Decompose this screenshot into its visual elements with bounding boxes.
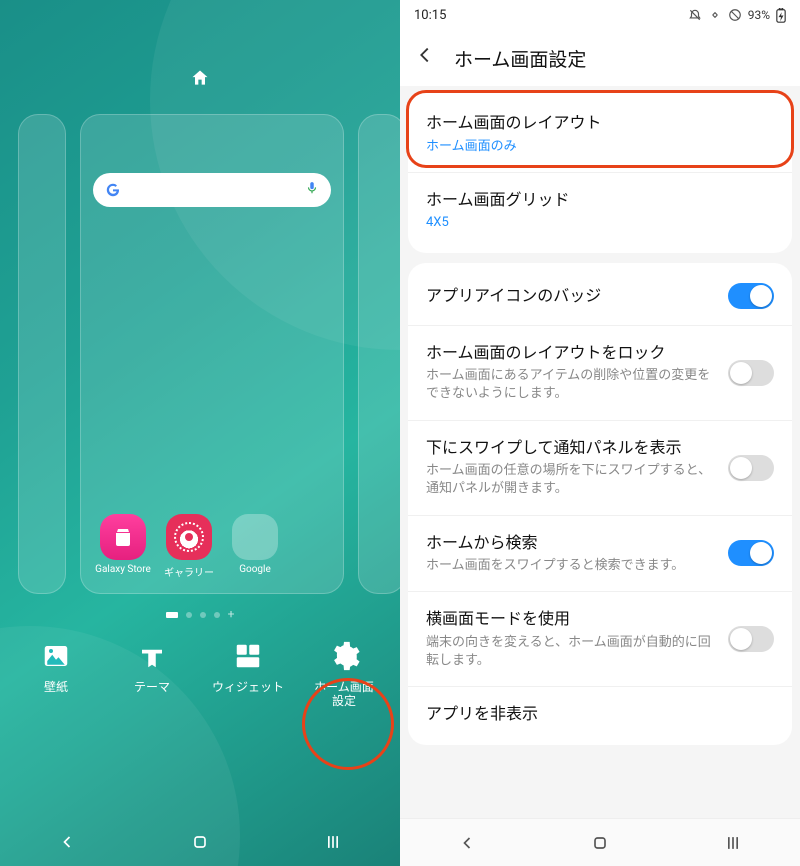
option-label: 壁紙 [44, 680, 68, 694]
folder-icon [232, 514, 278, 560]
setting-hide-apps[interactable]: アプリを非表示 [408, 686, 792, 741]
home-page-preview-prev[interactable] [18, 114, 66, 594]
setting-subtext: 4X5 [426, 214, 774, 232]
setting-title: 下にスワイプして通知パネルを表示 [426, 437, 716, 459]
google-logo-icon [105, 182, 121, 198]
option-theme[interactable]: テーマ [108, 638, 196, 709]
settings-header: ホーム画面設定 [400, 30, 800, 86]
home-indicator-icon[interactable] [0, 68, 400, 88]
home-editor-screen: Galaxy Store ギャラリー Googl [0, 0, 400, 866]
home-settings-screen: 10:15 93% ホーム画面設定 ホーム画面のレイアウト ホーム画面のみ [400, 0, 800, 866]
theme-icon [134, 638, 170, 674]
option-wallpaper[interactable]: 壁紙 [12, 638, 100, 709]
mute-icon [688, 8, 702, 22]
nav-back-icon[interactable] [57, 832, 77, 852]
app-gallery[interactable]: ギャラリー [159, 514, 219, 579]
gallery-icon [166, 514, 212, 560]
toggle-switch[interactable] [728, 540, 774, 566]
annotation-highlight-box [406, 90, 794, 168]
setting-title: ホームから検索 [426, 532, 716, 554]
app-google-folder[interactable]: Google [225, 514, 285, 579]
settings-group-layout: ホーム画面のレイアウト ホーム画面のみ ホーム画面グリッド 4X5 [408, 92, 792, 253]
app-label: ギャラリー [164, 564, 214, 579]
widget-icon [230, 638, 266, 674]
option-label: テーマ [134, 680, 170, 694]
nav-home-icon[interactable] [590, 833, 610, 853]
settings-list[interactable]: ホーム画面のレイアウト ホーム画面のみ ホーム画面グリッド 4X5 アプリアイコ… [400, 86, 800, 818]
setting-title: アプリアイコンのバッジ [426, 285, 716, 307]
setting-title: アプリを非表示 [426, 703, 774, 725]
annotation-circle [302, 678, 394, 770]
home-page-preview-next[interactable] [358, 114, 400, 594]
setting-title: 横画面モードを使用 [426, 608, 716, 630]
gear-icon [326, 638, 362, 674]
home-page-preview-main[interactable]: Galaxy Store ギャラリー Googl [80, 114, 344, 594]
nav-recents-icon[interactable] [323, 832, 343, 852]
nav-home-icon[interactable] [190, 832, 210, 852]
system-navbar [400, 818, 800, 866]
battery-text: 93% [748, 8, 770, 22]
galaxy-store-icon [100, 514, 146, 560]
nav-back-icon[interactable] [457, 833, 477, 853]
setting-search-home[interactable]: ホームから検索 ホーム画面をスワイプすると検索できます。 [408, 515, 792, 592]
wallpaper-icon [38, 638, 74, 674]
setting-subtext: ホーム画面にあるアイテムの削除や位置の変更をできないようにします。 [426, 367, 716, 403]
toggle-switch[interactable] [728, 455, 774, 481]
setting-title: ホーム画面のレイアウトをロック [426, 342, 716, 364]
system-navbar [0, 818, 400, 866]
page-title: ホーム画面設定 [454, 45, 586, 72]
setting-subtext: 端末の向きを変えると、ホーム画面が自動的に回転します。 [426, 634, 716, 670]
setting-landscape[interactable]: 横画面モードを使用 端末の向きを変えると、ホーム画面が自動的に回転します。 [408, 591, 792, 686]
google-search-widget[interactable] [93, 173, 331, 207]
toggle-switch[interactable] [728, 283, 774, 309]
mic-icon[interactable] [305, 181, 319, 199]
option-label: ウィジェット [212, 680, 284, 694]
app-galaxy-store[interactable]: Galaxy Store [93, 514, 153, 579]
app-label: Google [239, 564, 271, 575]
status-time: 10:15 [414, 8, 446, 23]
nav-recents-icon[interactable] [723, 833, 743, 853]
setting-lock-layout[interactable]: ホーム画面のレイアウトをロック ホーム画面にあるアイテムの削除や位置の変更をでき… [408, 325, 792, 420]
option-widget[interactable]: ウィジェット [204, 638, 292, 709]
home-page-previews: Galaxy Store ギャラリー Googl [0, 114, 400, 594]
setting-grid[interactable]: ホーム画面グリッド 4X5 [408, 172, 792, 249]
toggle-switch[interactable] [728, 360, 774, 386]
settings-group-main: アプリアイコンのバッジ ホーム画面のレイアウトをロック ホーム画面にあるアイテム… [408, 263, 792, 745]
no-signal-icon [728, 8, 742, 22]
setting-swipe-notif[interactable]: 下にスワイプして通知パネルを表示 ホーム画面の任意の場所を下にスワイプすると、通… [408, 420, 792, 515]
toggle-switch[interactable] [728, 626, 774, 652]
data-off-icon [708, 8, 722, 22]
app-label: Galaxy Store [95, 564, 151, 575]
battery-icon [776, 8, 786, 23]
app-icon-row: Galaxy Store ギャラリー Googl [93, 514, 331, 579]
status-bar: 10:15 93% [400, 0, 800, 30]
back-icon[interactable] [414, 44, 436, 72]
setting-title: ホーム画面グリッド [426, 189, 774, 211]
setting-badge[interactable]: アプリアイコンのバッジ [408, 267, 792, 325]
setting-subtext: ホーム画面をスワイプすると検索できます。 [426, 557, 716, 575]
setting-subtext: ホーム画面の任意の場所を下にスワイプすると、通知パネルが開きます。 [426, 462, 716, 498]
screenshot-pair: Galaxy Store ギャラリー Googl [0, 0, 800, 866]
